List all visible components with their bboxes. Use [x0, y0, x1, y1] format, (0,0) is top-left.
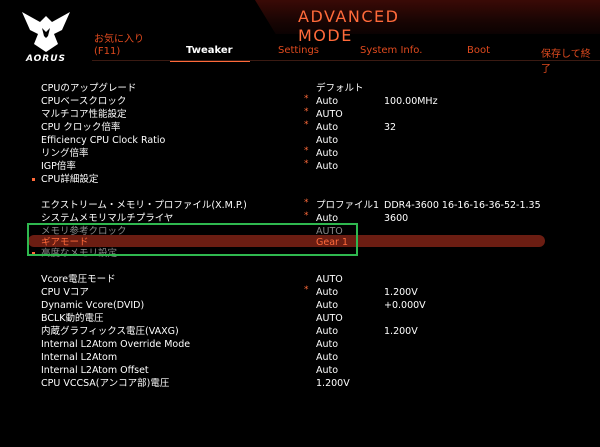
tab-bar: お気に入り (F11) Tweaker Settings System Info…: [0, 34, 600, 75]
setting-dynamic-vcore[interactable]: Dynamic Vcore(DVID) Auto +0.000V: [0, 299, 600, 312]
setting-label: CPUのアップグレード: [41, 83, 137, 94]
setting-cpu-upgrade[interactable]: CPUのアップグレード デフォルト: [0, 82, 600, 95]
changeable-star-icon: *: [304, 198, 309, 208]
setting-current-value: 1.200V: [384, 326, 418, 337]
tab-divider: [92, 60, 600, 61]
setting-xmp-profile[interactable]: エクストリーム・メモリ・プロファイル(X.M.P.) * プロファイル1 DDR…: [0, 198, 600, 212]
setting-efficiency-cpu-clock-ratio[interactable]: Efficiency CPU Clock Ratio Auto: [0, 134, 600, 147]
tab-boot[interactable]: Boot: [467, 45, 490, 71]
setting-label: BCLK動的電圧: [41, 313, 104, 324]
setting-label: IGP倍率: [41, 161, 76, 172]
tab-system-info[interactable]: System Info.: [360, 45, 422, 71]
setting-cpu-vccsa[interactable]: CPU VCCSA(アンコア部)電圧 1.200V: [0, 377, 600, 390]
setting-value: Auto: [316, 122, 339, 133]
setting-value: Auto: [316, 96, 339, 107]
setting-label: マルチコア性能設定: [41, 109, 127, 120]
setting-bclk-voltage[interactable]: BCLK動的電圧 AUTO: [0, 312, 600, 325]
setting-label: Internal L2Atom Override Mode: [41, 339, 191, 350]
changeable-star-icon: *: [304, 146, 309, 156]
tab-settings[interactable]: Settings: [278, 45, 319, 71]
changeable-star-icon: *: [304, 94, 309, 104]
setting-label: Internal L2Atom Offset: [41, 365, 149, 376]
setting-value: Auto: [316, 300, 339, 311]
setting-vcore-mode[interactable]: Vcore電圧モード AUTO: [0, 273, 600, 286]
setting-label: Internal L2Atom: [41, 352, 118, 363]
setting-value: AUTO: [316, 313, 343, 324]
setting-value: Auto: [316, 148, 339, 159]
submenu-bullet-icon: [32, 178, 35, 181]
setting-label: CPU クロック倍率: [41, 122, 121, 133]
setting-cpu-clock-ratio[interactable]: CPU クロック倍率 * Auto 32: [0, 120, 600, 134]
setting-l2atom-override-mode[interactable]: Internal L2Atom Override Mode Auto: [0, 338, 600, 351]
tab-tweaker[interactable]: Tweaker: [186, 45, 233, 71]
setting-value: Auto: [316, 365, 339, 376]
setting-current-value: 3600: [384, 213, 409, 224]
setting-label: CPU VCCSA(アンコア部)電圧: [41, 378, 170, 389]
setting-current-value: 100.00MHz: [384, 96, 438, 107]
setting-ring-ratio[interactable]: リング倍率 * Auto: [0, 146, 600, 160]
setting-cpu-base-clock[interactable]: CPUベースクロック * Auto 100.00MHz: [0, 94, 600, 108]
tab-favorites-label: お気に入り: [94, 34, 144, 45]
setting-multicore-enhancement[interactable]: マルチコア性能設定 * AUTO: [0, 107, 600, 121]
setting-value: AUTO: [316, 274, 343, 285]
setting-vaxg-voltage[interactable]: 内蔵グラフィックス電圧(VAXG) Auto 1.200V: [0, 325, 600, 338]
setting-current-value: +0.000V: [384, 300, 426, 311]
setting-value: Auto: [316, 287, 339, 298]
setting-current-value: DDR4-3600 16-16-16-36-52-1.35: [384, 200, 541, 211]
selection-outline: [27, 223, 358, 256]
setting-current-value: 32: [384, 122, 397, 133]
setting-value: プロファイル1: [316, 200, 380, 211]
changeable-star-icon: *: [304, 120, 309, 130]
changeable-star-icon: *: [304, 159, 309, 169]
setting-label: Efficiency CPU Clock Ratio: [41, 135, 166, 146]
tab-save-exit[interactable]: 保存して終了: [541, 45, 600, 75]
submenu-cpu-advanced[interactable]: CPU詳細設定: [0, 173, 600, 186]
setting-value: Auto: [316, 161, 339, 172]
setting-label: CPU Vコア: [41, 287, 89, 298]
header: AORUS ADVANCED MODE お気に入り (F11) Tweaker …: [0, 0, 600, 75]
setting-label: 内蔵グラフィックス電圧(VAXG): [41, 326, 179, 337]
setting-current-value: 1.200V: [384, 287, 418, 298]
setting-label: リング倍率: [41, 148, 89, 159]
setting-label: Vcore電圧モード: [41, 274, 116, 285]
setting-l2atom-offset[interactable]: Internal L2Atom Offset Auto: [0, 364, 600, 377]
setting-label: エクストリーム・メモリ・プロファイル(X.M.P.): [41, 200, 247, 211]
tab-favorites[interactable]: お気に入り (F11): [94, 34, 144, 60]
setting-value: 1.200V: [316, 378, 350, 389]
changeable-star-icon: *: [304, 107, 309, 117]
setting-l2atom[interactable]: Internal L2Atom Auto: [0, 351, 600, 364]
changeable-star-icon: *: [304, 285, 309, 295]
setting-value: Auto: [316, 135, 339, 146]
setting-label: Dynamic Vcore(DVID): [41, 300, 145, 311]
setting-value: デフォルト: [316, 83, 364, 94]
tab-favorites-key: (F11): [94, 46, 121, 57]
setting-label: CPUベースクロック: [41, 96, 127, 107]
setting-value: Auto: [316, 326, 339, 337]
setting-cpu-vcore[interactable]: CPU Vコア * Auto 1.200V: [0, 285, 600, 299]
setting-value: AUTO: [316, 109, 343, 120]
setting-igp-ratio[interactable]: IGP倍率 * Auto: [0, 159, 600, 173]
setting-value: Auto: [316, 352, 339, 363]
setting-label: CPU詳細設定: [41, 174, 99, 185]
setting-value: Auto: [316, 339, 339, 350]
changeable-star-icon: *: [304, 211, 309, 221]
